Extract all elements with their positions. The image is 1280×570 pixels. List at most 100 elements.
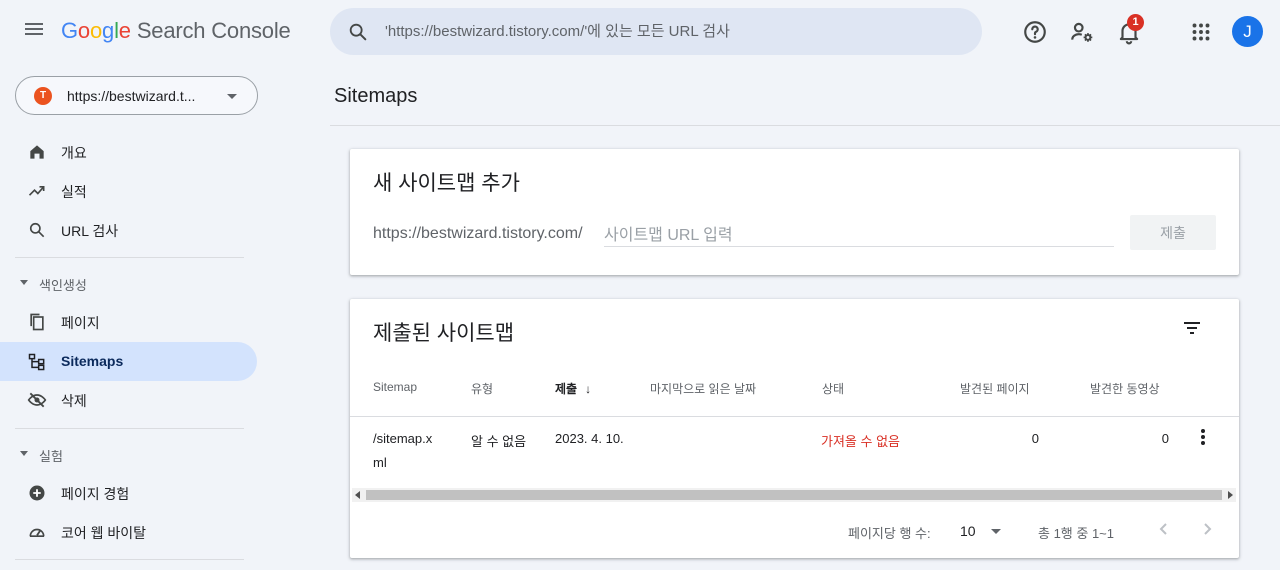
sidebar-section-experience[interactable]: 실험 <box>0 439 257 469</box>
previous-page-icon[interactable] <box>1152 517 1176 541</box>
submitted-sitemaps-card: 제출된 사이트맵 Sitemap 유형 제출 ↓ 마지막으로 읽은 날짜 상태 발… <box>350 299 1239 558</box>
sidebar-item-sitemaps[interactable]: Sitemaps <box>0 342 257 381</box>
sidebar-item-label: Sitemaps <box>61 353 124 369</box>
column-label: 상태 <box>822 382 845 396</box>
column-label: 유형 <box>471 382 494 396</box>
section-label: 실험 <box>39 449 63 464</box>
cell-status: 가져올 수 없음 <box>821 434 900 449</box>
sidebar-item-url-inspection[interactable]: URL 검사 <box>0 210 257 249</box>
filter-icon[interactable] <box>1180 316 1204 340</box>
column-header-discovered-videos[interactable]: 발견한 동영상 <box>1090 380 1160 397</box>
menu-icon-bar <box>25 28 43 30</box>
kebab-dot <box>1201 441 1205 445</box>
sidebar-section-indexing[interactable]: 색인생성 <box>0 268 257 298</box>
column-label: 발견된 페이지 <box>960 382 1030 396</box>
kebab-dot <box>1201 429 1205 433</box>
sidebar-item-page-experience[interactable]: 페이지 경험 <box>0 473 257 512</box>
sidebar-item-pages[interactable]: 페이지 <box>0 302 257 341</box>
add-circle-icon <box>29 485 45 501</box>
collapse-arrow-icon <box>20 280 28 285</box>
notification-count-badge: 1 <box>1127 14 1144 31</box>
column-header-discovered-pages[interactable]: 발견된 페이지 <box>960 380 1030 397</box>
next-page-icon[interactable] <box>1195 517 1219 541</box>
page-title: Sitemaps <box>334 85 418 107</box>
cell-submitted-date: 2023. 4. 10. <box>555 431 624 446</box>
column-header-submitted[interactable]: 제출 ↓ <box>555 380 591 397</box>
cell-type: 알 수 없음 <box>471 434 527 449</box>
trending-up-icon <box>28 186 45 196</box>
speed-icon <box>29 528 45 537</box>
horizontal-scrollbar[interactable] <box>352 488 1236 502</box>
dropdown-arrow-icon <box>227 94 237 99</box>
apps-grid-icon[interactable] <box>1188 19 1214 45</box>
url-inspection-input[interactable] <box>385 18 965 44</box>
sidebar-divider <box>15 428 244 429</box>
top-app-bar: GoogleSearch Console 1 J <box>0 0 1280 64</box>
sitemap-icon <box>28 353 45 371</box>
property-selector[interactable]: T https://bestwizard.t... <box>15 76 258 115</box>
column-header-type[interactable]: 유형 <box>471 380 493 397</box>
cell-sitemap[interactable]: /sitemap.x <box>373 431 432 446</box>
logo-letter: G <box>61 18 78 43</box>
kebab-dot <box>1201 435 1205 439</box>
sidebar-item-label: 개요 <box>61 145 87 161</box>
menu-icon-bar <box>25 23 43 25</box>
rows-per-page-label: 페이지당 행 수: <box>848 526 931 541</box>
column-label: 발견한 동영상 <box>1090 382 1160 396</box>
logo-letter: o <box>89 18 103 43</box>
add-sitemap-card: 새 사이트맵 추가 https://bestwizard.tistory.com… <box>350 149 1239 275</box>
sidebar-divider <box>15 559 244 560</box>
property-favicon: T <box>34 87 52 105</box>
sidebar-item-label: 페이지 경험 <box>61 486 130 502</box>
sidebar-item-label: 삭제 <box>61 393 87 409</box>
main-menu-button[interactable] <box>22 20 46 44</box>
product-name: Search Console <box>136 18 291 43</box>
sidebar-item-label: 코어 웹 바이탈 <box>61 525 147 541</box>
column-label: 제출 <box>555 382 578 396</box>
site-url-prefix: https://bestwizard.tistory.com/ <box>373 225 583 242</box>
sidebar-item-removals[interactable]: 삭제 <box>0 380 257 419</box>
sidebar-item-core-web-vitals[interactable]: 코어 웹 바이탈 <box>0 512 257 551</box>
rows-per-page-select[interactable]: 10 <box>960 519 1006 543</box>
manage-users-settings-icon[interactable] <box>1069 19 1095 45</box>
sidebar-item-performance[interactable]: 실적 <box>0 171 257 210</box>
property-url: https://bestwizard.t... <box>67 88 196 104</box>
card-title: 새 사이트맵 추가 <box>373 172 520 195</box>
logo-letter: e <box>118 18 131 43</box>
column-header-last-read[interactable]: 마지막으로 읽은 날짜 <box>650 380 756 397</box>
more-options-icon[interactable] <box>1199 429 1207 449</box>
pages-icon <box>30 313 44 331</box>
sidebar-item-label: URL 검사 <box>61 223 119 239</box>
search-console-logo[interactable]: Google Search Console <box>61 18 291 44</box>
sidebar-item-label: 실적 <box>61 184 87 200</box>
search-icon[interactable] <box>347 21 369 43</box>
card-title: 제출된 사이트맵 <box>373 322 515 345</box>
url-inspection-search-bar[interactable] <box>330 8 982 55</box>
column-label: 마지막으로 읽은 날짜 <box>650 382 757 396</box>
sidebar-item-overview[interactable]: 개요 <box>0 132 257 171</box>
visibility-off-icon <box>27 392 47 408</box>
cell-discovered-pages: 0 <box>1031 431 1039 446</box>
column-header-sitemap[interactable]: Sitemap <box>373 380 417 394</box>
menu-icon-bar <box>25 33 43 35</box>
sitemap-url-input[interactable] <box>604 225 1114 247</box>
pagination-range: 총 1행 중 1~1 <box>1038 526 1114 541</box>
cell-sitemap-wrap[interactable]: ml <box>373 455 387 470</box>
rows-per-page-value: 10 <box>960 523 976 539</box>
sidebar-item-label: 페이지 <box>61 315 100 331</box>
submit-sitemap-button[interactable]: 제출 <box>1130 215 1216 250</box>
section-label: 색인생성 <box>39 278 87 293</box>
search-icon <box>29 222 45 238</box>
account-avatar[interactable]: J <box>1232 16 1263 47</box>
help-icon[interactable] <box>1022 19 1048 45</box>
sort-arrow-icon: ↓ <box>585 382 592 396</box>
scrollbar-thumb[interactable] <box>366 490 1222 500</box>
logo-letter: o <box>77 18 90 43</box>
title-divider <box>330 125 1280 126</box>
column-header-status[interactable]: 상태 <box>822 380 844 397</box>
home-icon <box>30 145 44 159</box>
scroll-left-arrow-icon[interactable] <box>355 491 360 499</box>
table-header-divider <box>350 416 1239 417</box>
scroll-right-arrow-icon[interactable] <box>1228 491 1233 499</box>
dropdown-arrow-icon <box>991 529 1001 534</box>
